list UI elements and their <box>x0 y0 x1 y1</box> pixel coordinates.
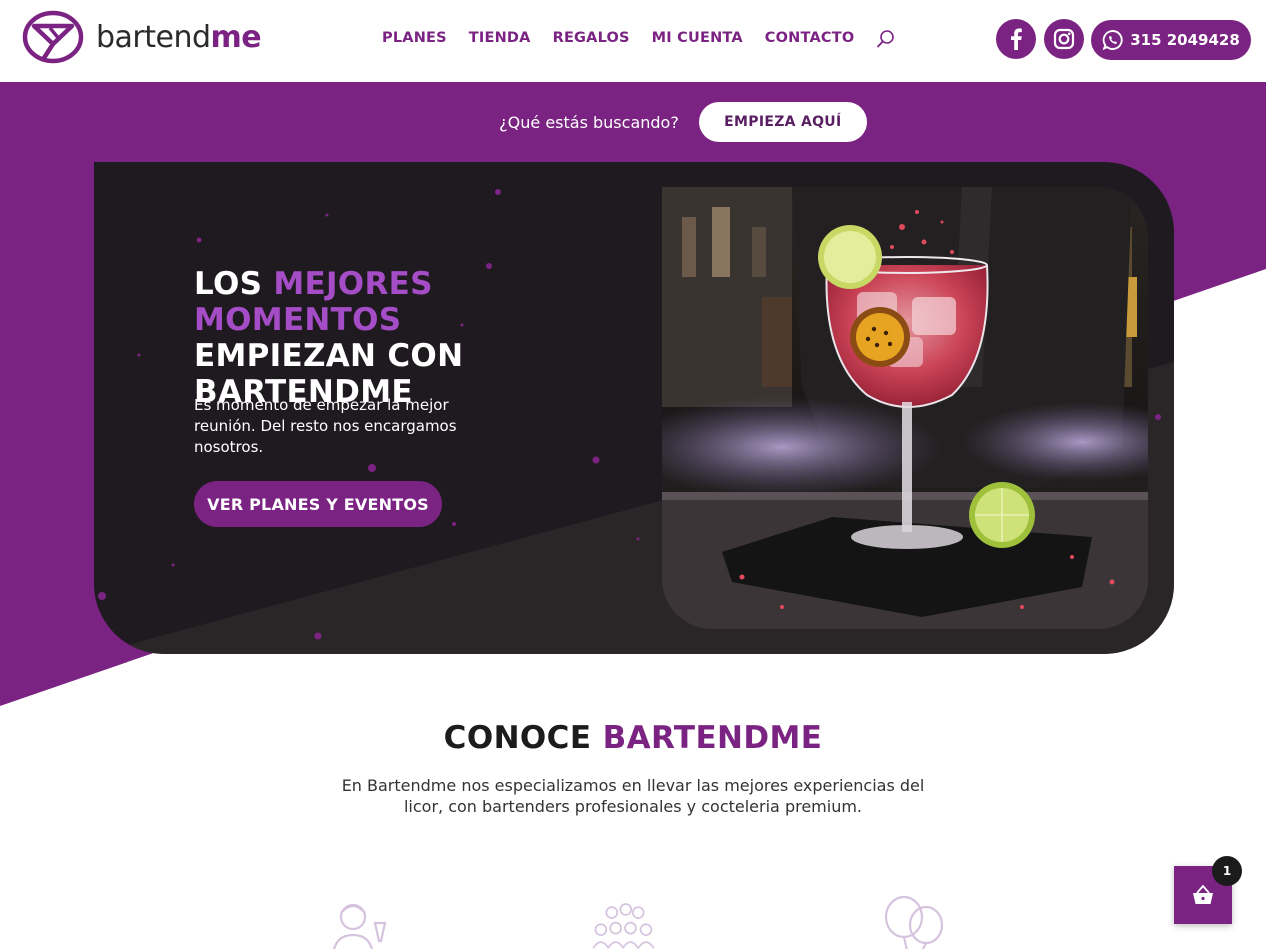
hero-title: LOS MEJORES MOMENTOS EMPIEZAN CON BARTEN… <box>194 266 464 410</box>
nav-regalos[interactable]: REGALOS <box>553 30 630 46</box>
whatsapp-button[interactable]: 315 2049428 <box>1091 20 1251 60</box>
bartender-icon <box>333 903 387 949</box>
main-nav: PLANES TIENDA REGALOS MI CUENTA CONTACTO <box>382 28 896 48</box>
phone-number: 315 2049428 <box>1130 31 1240 49</box>
nav-contacto[interactable]: CONTACTO <box>765 30 855 46</box>
cocktail-glass-photo <box>662 187 1148 629</box>
search-icon[interactable] <box>876 29 896 49</box>
brand-logo[interactable]: bartendme <box>22 10 262 64</box>
facebook-icon <box>1011 28 1022 50</box>
about-text: En Bartendme nos especializamos en lleva… <box>341 776 925 816</box>
logo-wordmark: bartendme <box>96 19 262 55</box>
site-header: bartendme PLANES TIENDA REGALOS MI CUENT… <box>0 0 1266 82</box>
hero-card: LOS MEJORES MOMENTOS EMPIEZAN CON BARTEN… <box>94 162 1174 654</box>
view-plans-button[interactable]: VER PLANES Y EVENTOS <box>194 481 442 527</box>
whatsapp-icon <box>1102 30 1123 51</box>
shopping-basket-icon <box>1193 885 1213 904</box>
logo-icon <box>22 10 84 64</box>
nav-tienda[interactable]: TIENDA <box>469 30 531 46</box>
facebook-button[interactable] <box>996 19 1036 59</box>
instagram-button[interactable] <box>1044 19 1084 59</box>
about-title: CONOCE BARTENDME <box>443 720 823 756</box>
crowd-icon <box>592 903 655 949</box>
start-here-button[interactable]: EMPIEZA AQUÍ <box>698 102 867 142</box>
balloons-icon <box>884 895 944 949</box>
cart-count-badge: 1 <box>1212 856 1242 886</box>
search-prompt-question: ¿Qué estás buscando? <box>499 112 679 132</box>
hero-subtitle: Es momento de empezar la mejor reunión. … <box>194 396 457 456</box>
instagram-icon <box>1053 28 1075 50</box>
nav-planes[interactable]: PLANES <box>382 30 447 46</box>
nav-mi-cuenta[interactable]: MI CUENTA <box>652 30 743 46</box>
search-prompt-bar: ¿Qué estás buscando? EMPIEZA AQUÍ <box>0 102 1266 142</box>
